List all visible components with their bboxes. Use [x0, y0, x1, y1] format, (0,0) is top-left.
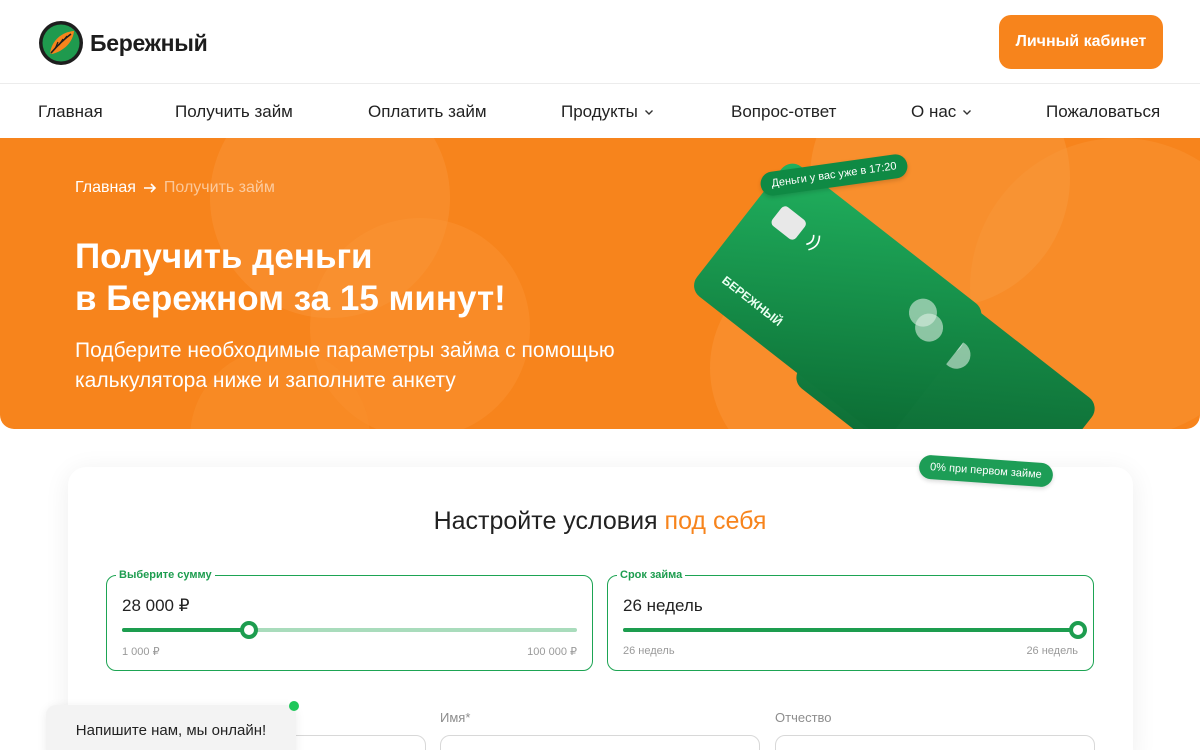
- breadcrumb: Главная Получить займ: [75, 179, 275, 197]
- nav-item-label: Получить займ: [175, 102, 293, 121]
- patronymic-input[interactable]: [775, 735, 1095, 750]
- page: Бережный Личный кабинет Главная Получить…: [0, 0, 1200, 750]
- amount-value: 28 000 ₽: [122, 596, 190, 615]
- hero-banner: Главная Получить займ Получить деньги в …: [0, 138, 1200, 429]
- chat-widget-label: Напишите нам, мы онлайн!: [75, 721, 267, 739]
- amount-slider-thumb[interactable]: [240, 621, 258, 639]
- chevron-down-icon: [644, 110, 653, 115]
- logo[interactable]: Бережный: [38, 20, 208, 66]
- logo-text: Бережный: [90, 29, 208, 56]
- name-input[interactable]: [440, 735, 760, 750]
- nav-item-get-loan[interactable]: Получить займ: [175, 102, 293, 122]
- hero-title: Получить деньги в Бережном за 15 минут!: [75, 236, 635, 320]
- breadcrumb-current: Получить займ: [163, 179, 275, 196]
- online-status-dot: [289, 701, 299, 711]
- term-slider-fill: [623, 628, 1078, 632]
- nav-item-label: Продукты: [561, 102, 638, 121]
- arrow-right-icon: [143, 183, 157, 193]
- term-label: Срок займа: [617, 569, 686, 581]
- chevron-down-icon: [963, 110, 972, 115]
- hero-title-line: в Бережном за 15 минут!: [75, 279, 506, 318]
- nav-item-faq[interactable]: Вопрос-ответ: [731, 102, 836, 122]
- hero-subtitle: Подберите необходимые параметры займа с …: [75, 339, 615, 392]
- calculator-title-main: Настройте условия: [433, 507, 658, 535]
- hero-title-line: Получить деньги: [75, 237, 373, 276]
- site-header: Бережный Личный кабинет: [0, 0, 1200, 84]
- term-field: Срок займа 26 недель 26 недель 26 недель: [607, 569, 1094, 671]
- amount-label: Выберите сумму: [116, 569, 215, 581]
- term-slider-thumb[interactable]: [1069, 621, 1087, 639]
- personal-account-button[interactable]: Личный кабинет: [999, 15, 1163, 69]
- term-value: 26 недель: [623, 596, 703, 615]
- logo-leaf-icon: [39, 21, 83, 65]
- nav-item-label: Вопрос-ответ: [731, 102, 837, 121]
- nav-item-pay-loan[interactable]: Оплатить займ: [368, 102, 487, 122]
- main-nav: Главная Получить займ Оплатить займ Прод…: [0, 84, 1200, 138]
- amount-max: 100 000 ₽: [527, 646, 577, 658]
- nav-item-label: Пожаловаться: [1046, 102, 1161, 121]
- amount-min: 1 000 ₽: [122, 646, 160, 658]
- calculator-title: Настройте условия под себя: [0, 507, 1200, 536]
- nav-item-complaint[interactable]: Пожаловаться: [1046, 102, 1160, 122]
- calculator-title-accent: под себя: [664, 507, 767, 535]
- amount-slider-fill: [122, 628, 249, 632]
- nav-item-about[interactable]: О нас: [911, 102, 972, 122]
- term-min: 26 недель: [623, 645, 675, 657]
- breadcrumb-home-link[interactable]: Главная: [75, 179, 136, 197]
- nav-item-label: О нас: [911, 102, 957, 121]
- term-max: 26 недель: [1026, 645, 1078, 657]
- nav-item-label: Главная: [38, 102, 103, 121]
- patronymic-label: Отчество: [775, 710, 832, 725]
- nav-item-home[interactable]: Главная: [38, 102, 103, 122]
- name-label: Имя*: [440, 710, 471, 725]
- nav-item-label: Оплатить займ: [368, 102, 487, 121]
- nav-item-products[interactable]: Продукты: [561, 102, 654, 122]
- chat-widget-button[interactable]: Напишите нам, мы онлайн!: [46, 705, 296, 750]
- amount-field: Выберите сумму 28 000 ₽ 1 000 ₽ 100 000 …: [106, 569, 593, 671]
